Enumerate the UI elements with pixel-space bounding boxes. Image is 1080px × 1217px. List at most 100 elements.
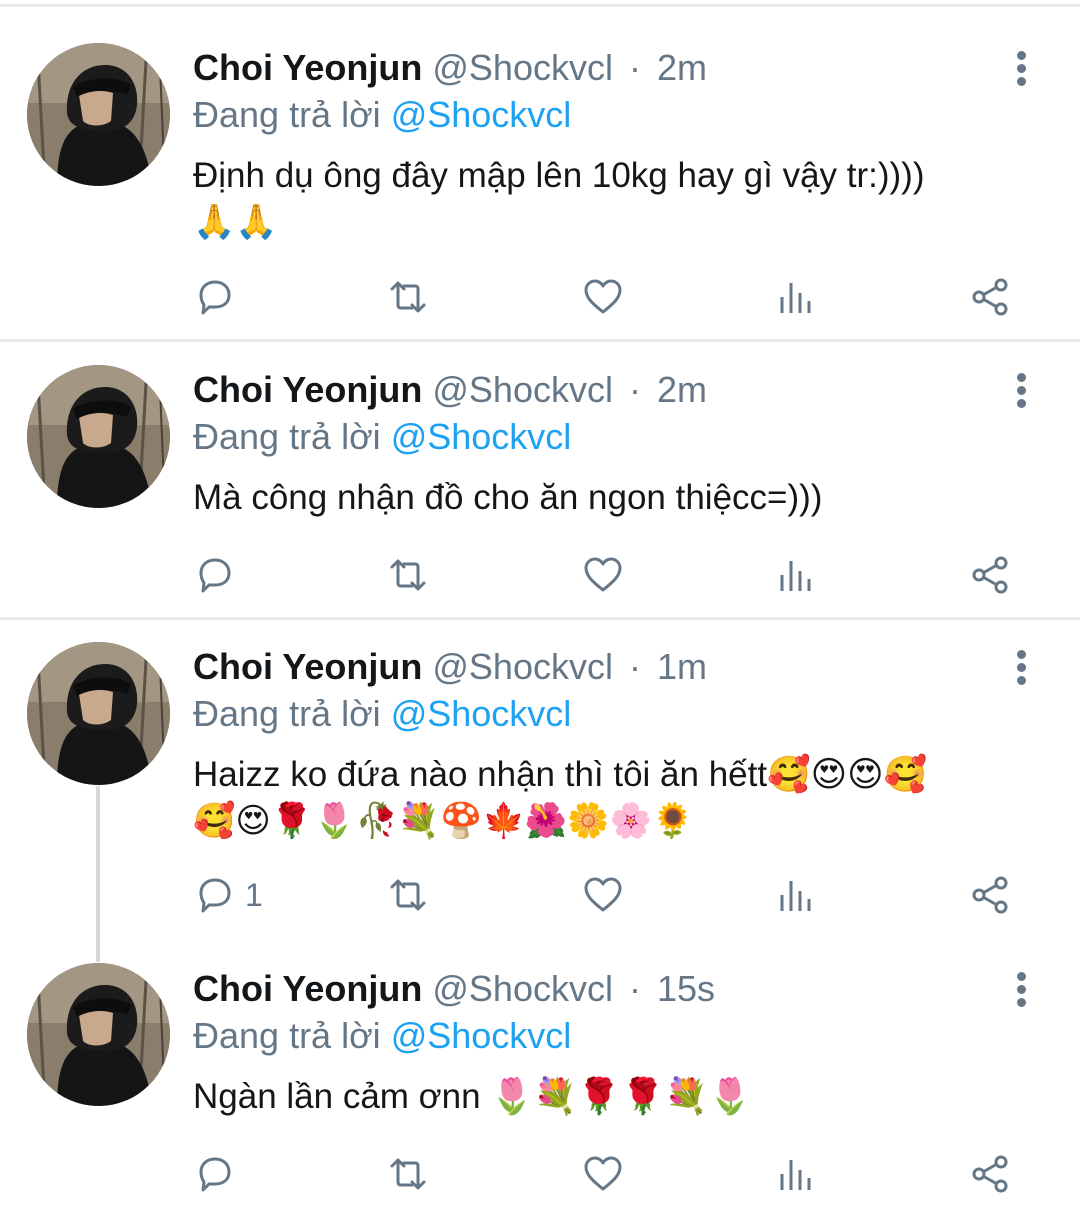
like-button[interactable] xyxy=(581,1149,625,1199)
tweet-actions xyxy=(0,1149,1080,1199)
analytics-icon xyxy=(780,1160,811,1190)
tweet-text: Định dụ ông đây mập lên 10kg hay gì vậy … xyxy=(193,153,1033,245)
more-dot xyxy=(1017,985,1026,994)
reply-button[interactable] xyxy=(193,272,245,322)
analytics-button[interactable] xyxy=(774,272,818,322)
replying-to: Đang trả lời @Shockvcl xyxy=(193,692,571,736)
separator-dot: · xyxy=(628,369,641,410)
author-handle[interactable]: @Shockvcl xyxy=(432,968,613,1009)
reply-button[interactable]: 1 xyxy=(193,870,263,920)
author-name[interactable]: Choi Yeonjun xyxy=(193,47,422,88)
tweet-header: Choi Yeonjun @Shockvcl · 2m xyxy=(193,368,707,412)
tweet-emoji-line: 🥰😍🌹🌷🥀💐🍄🍁🌺🌼🌸🌻 xyxy=(193,801,695,841)
reply-count: 1 xyxy=(245,876,263,913)
timestamp[interactable]: 2m xyxy=(657,369,707,410)
retweet-button[interactable] xyxy=(386,870,430,920)
reply-icon xyxy=(199,1157,231,1192)
more-vertical-icon xyxy=(1017,650,1026,659)
avatar[interactable] xyxy=(27,642,170,785)
reply-button[interactable] xyxy=(193,550,245,600)
tweet-text: Haizz ko đứa nào nhận thì tôi ăn hếtt🥰😍😍… xyxy=(193,752,1033,844)
avatar[interactable] xyxy=(27,43,170,186)
tweet[interactable]: Choi Yeonjun @Shockvcl · 15s Đang trả lờ… xyxy=(0,942,1080,1217)
retweet-icon xyxy=(390,1158,426,1190)
share-icon xyxy=(972,1155,1008,1193)
tweet-actions: 1 xyxy=(0,870,1080,920)
tweet-text-line: Mà công nhận đồ cho ăn ngon thiệcc=))) xyxy=(193,478,823,517)
share-button[interactable] xyxy=(968,272,1012,322)
like-button[interactable] xyxy=(581,550,625,600)
replying-to: Đang trả lời @Shockvcl xyxy=(193,1014,571,1058)
replying-mention-link[interactable]: @Shockvcl xyxy=(391,1015,572,1056)
author-name[interactable]: Choi Yeonjun xyxy=(193,646,422,687)
replying-mention-link[interactable]: @Shockvcl xyxy=(391,94,572,135)
retweet-icon xyxy=(390,281,426,313)
analytics-icon xyxy=(780,881,811,911)
tweet[interactable]: Choi Yeonjun @Shockvcl · 2m Đang trả lời… xyxy=(0,342,1080,617)
analytics-button[interactable] xyxy=(774,1149,818,1199)
tweet-text: Ngàn lần cảm ơnn 🌷💐🌹🌹💐🌷 xyxy=(193,1074,1033,1120)
more-dot xyxy=(1017,386,1026,395)
retweet-icon xyxy=(390,559,426,591)
more-dot xyxy=(1017,64,1026,73)
share-button[interactable] xyxy=(968,550,1012,600)
replying-prefix: Đang trả lời xyxy=(193,693,381,734)
tweet-text-line: Haizz ko đứa nào nhận thì tôi ăn hếtt🥰😍😍… xyxy=(193,755,928,794)
separator-dot: · xyxy=(628,47,641,88)
timestamp[interactable]: 15s xyxy=(657,968,715,1009)
share-button[interactable] xyxy=(968,870,1012,920)
reply-button[interactable] xyxy=(193,1149,245,1199)
tweet-text-line: Định dụ ông đây mập lên 10kg hay gì vậy … xyxy=(193,156,925,195)
replying-mention-link[interactable]: @Shockvcl xyxy=(391,416,572,457)
like-button[interactable] xyxy=(581,272,625,322)
retweet-button[interactable] xyxy=(386,272,430,322)
separator-dot: · xyxy=(628,968,641,1009)
more-options-button[interactable] xyxy=(1008,371,1036,411)
replying-prefix: Đang trả lời xyxy=(193,94,381,135)
share-icon xyxy=(972,278,1008,316)
more-dot xyxy=(1017,998,1026,1007)
replying-to: Đang trả lời @Shockvcl xyxy=(193,93,571,137)
author-name[interactable]: Choi Yeonjun xyxy=(193,369,422,410)
tweet-header: Choi Yeonjun @Shockvcl · 1m xyxy=(193,645,707,689)
tweet[interactable]: Choi Yeonjun @Shockvcl · 2m Đang trả lời… xyxy=(0,0,1080,340)
retweet-button[interactable] xyxy=(386,550,430,600)
more-options-button[interactable] xyxy=(1008,648,1036,688)
heart-icon xyxy=(584,279,622,314)
more-vertical-icon xyxy=(1017,972,1026,981)
avatar[interactable] xyxy=(27,365,170,508)
tweet-header: Choi Yeonjun @Shockvcl · 2m xyxy=(193,46,707,90)
author-handle[interactable]: @Shockvcl xyxy=(432,369,613,410)
reply-icon xyxy=(199,280,231,315)
timestamp[interactable]: 2m xyxy=(657,47,707,88)
tweet-header: Choi Yeonjun @Shockvcl · 15s xyxy=(193,967,715,1011)
share-button[interactable] xyxy=(968,1149,1012,1199)
analytics-button[interactable] xyxy=(774,550,818,600)
avatar-photo xyxy=(27,963,170,1106)
tweet-text: Mà công nhận đồ cho ăn ngon thiệcc=))) xyxy=(193,475,1033,521)
more-dot xyxy=(1017,399,1026,408)
more-options-button[interactable] xyxy=(1008,49,1036,89)
more-dot xyxy=(1017,77,1026,86)
author-name[interactable]: Choi Yeonjun xyxy=(193,968,422,1009)
share-icon xyxy=(972,876,1008,914)
tweet-actions xyxy=(0,272,1080,322)
author-handle[interactable]: @Shockvcl xyxy=(432,47,613,88)
replying-to: Đang trả lời @Shockvcl xyxy=(193,415,571,459)
tweet[interactable]: Choi Yeonjun @Shockvcl · 1m Đang trả lời… xyxy=(0,620,1080,942)
reply-icon xyxy=(199,878,231,913)
timestamp[interactable]: 1m xyxy=(657,646,707,687)
more-dot xyxy=(1017,676,1026,685)
author-handle[interactable]: @Shockvcl xyxy=(432,646,613,687)
avatar[interactable] xyxy=(27,963,170,1106)
like-button[interactable] xyxy=(581,870,625,920)
replying-mention-link[interactable]: @Shockvcl xyxy=(391,693,572,734)
tweet-emoji-line: 🙏🙏 xyxy=(193,202,278,242)
separator-dot: · xyxy=(628,646,641,687)
more-options-button[interactable] xyxy=(1008,970,1036,1010)
retweet-icon xyxy=(390,879,426,911)
more-dot xyxy=(1017,663,1026,672)
more-vertical-icon xyxy=(1017,373,1026,382)
retweet-button[interactable] xyxy=(386,1149,430,1199)
analytics-button[interactable] xyxy=(774,870,818,920)
